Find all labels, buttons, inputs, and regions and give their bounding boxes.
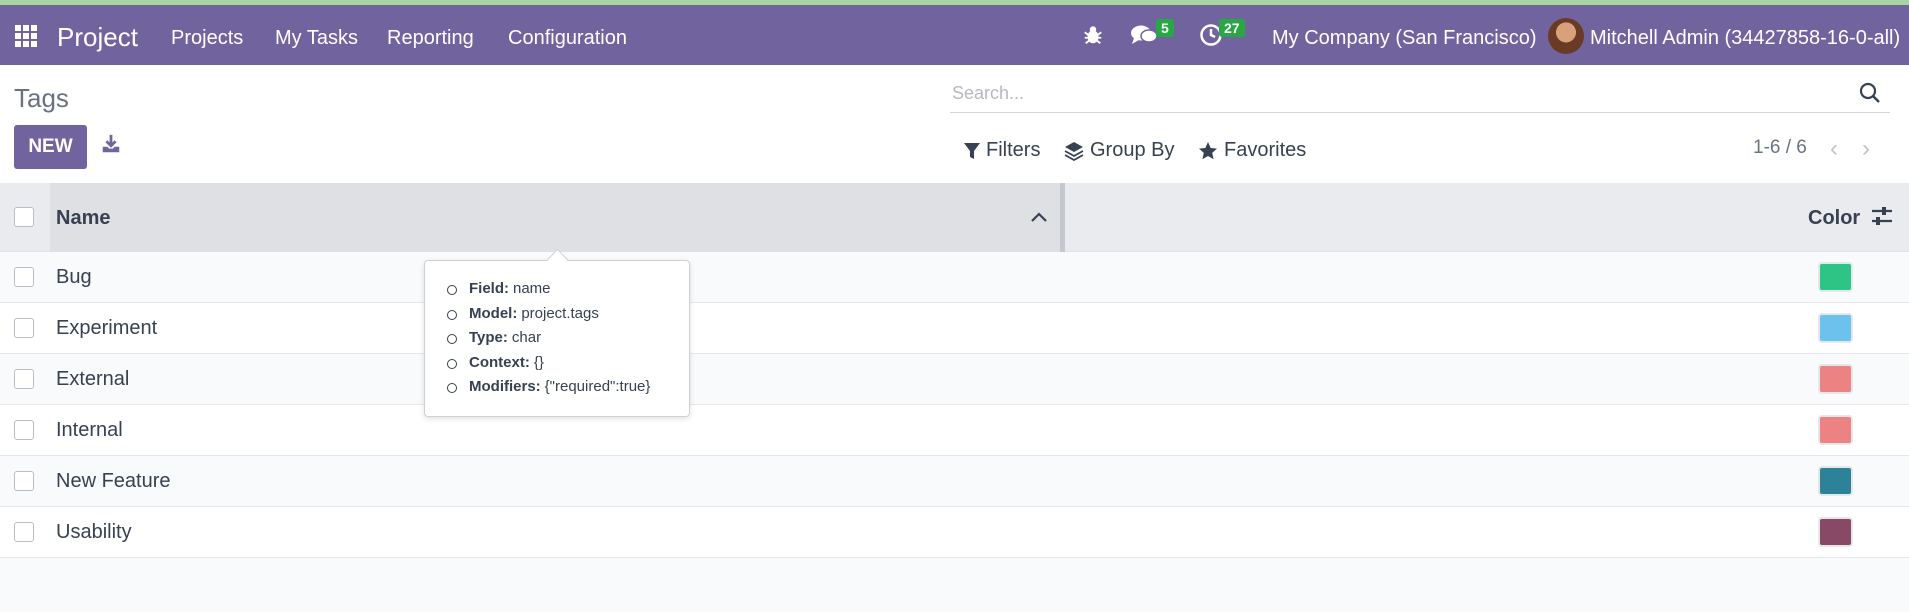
table-row[interactable]: Usability (0, 507, 1909, 558)
name-column-label: Name (56, 207, 111, 229)
pager-next-chevron-icon[interactable]: › (1862, 135, 1870, 163)
messages-icon[interactable] (1130, 23, 1158, 47)
tags-list-table: Name Color Bug Experiment External Inter (0, 183, 1909, 558)
tooltip-value: {} (533, 353, 544, 371)
messages-count-badge: 5 (1156, 19, 1174, 37)
page-title[interactable]: Tags (14, 83, 69, 114)
user-menu[interactable]: Mitchell Admin (34427858-16-0-all) (1590, 27, 1900, 50)
name-column-header[interactable] (50, 183, 1060, 252)
optional-columns-sliders-icon[interactable] (1870, 203, 1894, 229)
color-swatch[interactable] (1818, 517, 1853, 547)
table-row[interactable]: Bug (0, 252, 1909, 303)
row-checkbox[interactable] (14, 420, 34, 440)
row-checkbox[interactable] (14, 522, 34, 542)
tooltip-key: Type: (469, 329, 508, 346)
filters-label: Filters (986, 139, 1041, 161)
row-checkbox[interactable] (14, 318, 34, 338)
star-icon (1199, 141, 1217, 159)
app-brand[interactable]: Project (57, 22, 138, 53)
tag-name[interactable]: External (56, 368, 129, 391)
activities-count-badge: 27 (1219, 19, 1245, 37)
tooltip-key: Field: (469, 280, 509, 297)
color-swatch[interactable] (1818, 313, 1853, 343)
tooltip-key: Model: (469, 304, 518, 322)
table-row[interactable]: Internal (0, 405, 1909, 456)
color-swatch[interactable] (1818, 466, 1853, 496)
menu-configuration[interactable]: Configuration (508, 27, 627, 50)
layers-icon (1064, 141, 1084, 161)
tooltip-key: Context: (469, 353, 530, 371)
tooltip-value: {"required":true} (544, 378, 651, 395)
color-swatch[interactable] (1818, 262, 1853, 292)
search-input[interactable] (952, 83, 1832, 104)
color-swatch[interactable] (1818, 364, 1853, 394)
row-checkbox[interactable] (14, 369, 34, 389)
tag-name[interactable]: Experiment (56, 317, 157, 340)
table-row[interactable]: Experiment (0, 303, 1909, 354)
new-button[interactable]: NEW (14, 125, 87, 169)
tooltip-key: Modifiers: (469, 378, 541, 395)
user-avatar[interactable] (1548, 18, 1584, 54)
row-checkbox[interactable] (14, 267, 34, 287)
pager-prev-chevron-icon[interactable]: ‹ (1830, 135, 1838, 163)
color-swatch[interactable] (1818, 415, 1853, 445)
field-debug-tooltip: Field: name Model: project.tags Type: char … (424, 260, 690, 417)
tag-name[interactable]: Bug (56, 266, 92, 289)
favorites-button[interactable]: Favorites (1198, 139, 1306, 162)
sort-ascending-chevron-icon[interactable] (1030, 211, 1048, 223)
filters-button[interactable]: Filters (964, 139, 1040, 162)
table-body: Bug Experiment External Internal New Fea… (0, 252, 1909, 558)
control-panel: Tags NEW Filters Group By Favorites 1-6 … (0, 65, 1909, 183)
debug-bug-icon[interactable] (1082, 24, 1104, 46)
table-row[interactable]: New Feature (0, 456, 1909, 507)
tag-name[interactable]: Usability (56, 521, 132, 544)
search-box (950, 75, 1890, 113)
menu-my-tasks[interactable]: My Tasks (275, 27, 358, 50)
tag-name[interactable]: New Feature (56, 470, 171, 493)
table-row[interactable]: External (0, 354, 1909, 405)
company-switcher[interactable]: My Company (San Francisco) (1272, 27, 1537, 50)
group-by-label: Group By (1090, 139, 1175, 161)
main-navbar: Project Projects My Tasks Reporting Conf… (0, 5, 1909, 65)
tooltip-value: name (513, 280, 551, 297)
row-checkbox[interactable] (14, 471, 34, 491)
pager-value[interactable]: 1-6 / 6 (1753, 137, 1807, 159)
menu-reporting[interactable]: Reporting (387, 27, 474, 50)
select-all-checkbox[interactable] (14, 207, 34, 227)
tooltip-item: Type: char (445, 326, 689, 351)
tooltip-list: Field: name Model: project.tags Type: char … (445, 277, 689, 400)
menu-projects[interactable]: Projects (171, 27, 243, 50)
apps-grid-icon[interactable] (15, 25, 37, 47)
tooltip-item: Modifiers: {"required":true} (445, 375, 689, 400)
search-icon[interactable] (1858, 81, 1882, 105)
tooltip-item: Context:{} (445, 351, 689, 376)
favorites-label: Favorites (1224, 139, 1307, 161)
color-column-label[interactable]: Color (1808, 207, 1860, 230)
tooltip-value: project.tags (521, 304, 599, 322)
tag-name[interactable]: Internal (56, 419, 123, 442)
tooltip-item: Model: project.tags (445, 302, 689, 327)
tooltip-value: char (511, 329, 542, 346)
tooltip-item: Field: name (445, 277, 689, 302)
table-header: Name Color (0, 183, 1909, 252)
group-by-button[interactable]: Group By (1064, 139, 1174, 162)
filter-funnel-icon (964, 142, 980, 159)
download-icon[interactable] (100, 133, 122, 155)
column-resize-handle[interactable] (1060, 183, 1065, 252)
